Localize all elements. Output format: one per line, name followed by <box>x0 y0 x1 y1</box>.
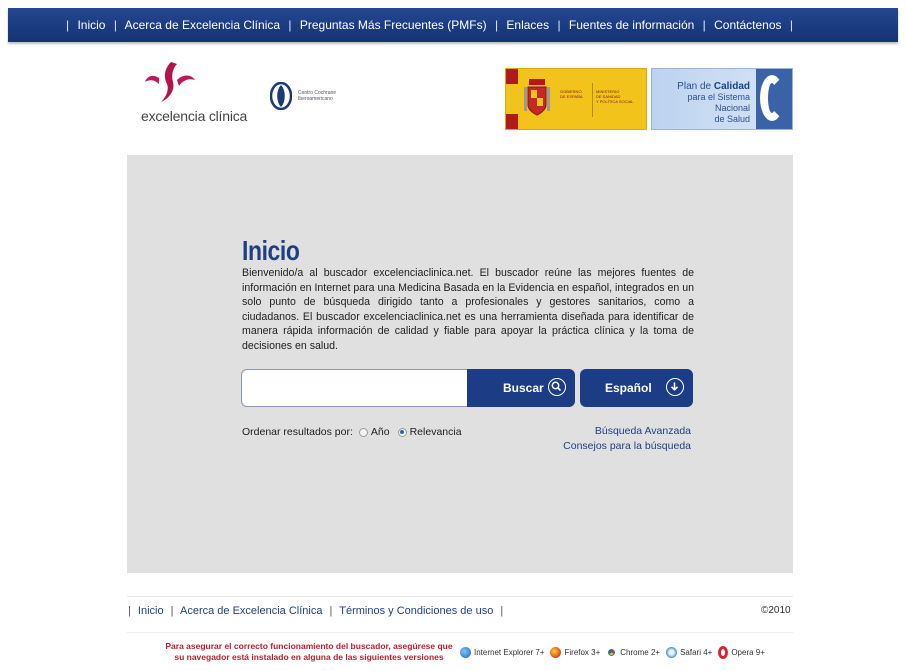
search-input-container <box>241 369 467 407</box>
search-icon <box>548 378 566 396</box>
plan-calidad-c-icon <box>756 69 792 129</box>
intro-paragraph: Bienvenido/a al buscador excelenciaclini… <box>242 267 694 352</box>
footer-separator: | <box>329 605 333 617</box>
plan-calidad-text-a: Plan de <box>677 81 712 92</box>
nav-link-enlaces[interactable]: Enlaces <box>506 18 549 32</box>
footer-link-inicio[interactable]: Inicio <box>138 605 164 617</box>
top-nav-links: | Inicio | Acerca de Excelencia Clínica … <box>61 18 798 32</box>
plan-calidad-logo[interactable]: Plan de Calidad para el Sistema Nacional… <box>651 68 793 130</box>
search-tips-link[interactable]: Consejos para la búsqueda <box>563 439 691 454</box>
excelencia-clinica-wordmark: excelencia clínica <box>141 108 248 124</box>
firefox-icon <box>550 647 562 658</box>
search-button[interactable]: Buscar <box>467 369 575 407</box>
nav-separator: | <box>702 18 706 32</box>
logo-divider <box>592 83 593 117</box>
browser-firefox-label: Firefox 3+ <box>564 648 601 657</box>
footer-separator: | <box>500 605 504 617</box>
browser-warning: Para asegurar el correcto funcionamiento… <box>165 641 453 662</box>
arrow-down-icon <box>666 378 684 396</box>
footer-separator: | <box>128 605 131 617</box>
language-select-label: Español <box>605 381 652 395</box>
plan-calidad-text-line3: de Salud <box>714 114 750 124</box>
sort-radio-ano[interactable] <box>358 427 368 437</box>
top-navigation-bar: | Inicio | Acerca de Excelencia Clínica … <box>8 8 898 42</box>
nav-link-inicio[interactable]: Inicio <box>77 18 105 32</box>
nav-link-contactenos[interactable]: Contáctenos <box>714 18 781 32</box>
safari-icon <box>666 647 678 658</box>
nav-separator: | <box>557 18 561 32</box>
main-content-panel <box>127 155 793 573</box>
page-title: Inicio <box>242 235 300 266</box>
browser-ie-label: Internet Explorer 7+ <box>474 648 545 657</box>
cochrane-text: Centro Cochrane Iberoamericano <box>298 90 337 102</box>
footer-divider-2 <box>127 632 793 633</box>
chrome-icon <box>606 647 618 658</box>
browser-opera: Opera 9+ <box>718 646 765 659</box>
browser-chrome: Chrome 2+ <box>606 647 660 658</box>
search-help-links: Búsqueda Avanzada Consejos para la búsqu… <box>563 424 691 454</box>
ministerio-text: MINISTERIO DE SANIDAD Y POLÍTICA SOCIAL <box>596 89 634 104</box>
search-input[interactable] <box>242 370 467 406</box>
spain-flag-stripe <box>506 69 518 129</box>
cochrane-logo[interactable]: Centro Cochrane Iberoamericano <box>270 82 358 110</box>
sort-options: Ordenar resultados por: Año Relevancia <box>242 426 464 438</box>
gobierno-text: GOBIERNO DE ESPAÑA <box>560 89 583 99</box>
copyright: ©2010 <box>761 605 791 616</box>
footer-divider <box>127 596 793 597</box>
sort-option-ano-label[interactable]: Año <box>371 426 390 438</box>
sort-radio-relevancia[interactable] <box>397 427 407 437</box>
nav-link-acerca[interactable]: Acerca de Excelencia Clínica <box>125 18 280 32</box>
plan-calidad-text-line2: para el Sistema Nacional <box>687 92 750 113</box>
browser-safari: Safari 4+ <box>666 647 712 658</box>
internet-explorer-icon <box>460 647 471 658</box>
browser-safari-label: Safari 4+ <box>680 648 713 657</box>
nav-separator: | <box>494 18 499 32</box>
opera-icon <box>718 646 729 659</box>
browser-opera-label: Opera 9+ <box>731 648 765 657</box>
supported-browsers: Internet Explorer 7+ Firefox 3+ Chrome 2… <box>460 646 771 659</box>
nav-separator: | <box>789 18 793 32</box>
language-select[interactable]: Español <box>580 369 693 407</box>
footer-separator: | <box>170 605 174 617</box>
advanced-search-link[interactable]: Búsqueda Avanzada <box>563 424 691 439</box>
gobierno-espana-logo[interactable]: GOBIERNO DE ESPAÑA MINISTERIO DE SANIDAD… <box>505 68 647 130</box>
nav-link-pmfs[interactable]: Preguntas Más Frecuentes (PMFs) <box>300 18 487 32</box>
nav-separator: | <box>66 18 70 32</box>
cochrane-symbol-icon <box>270 82 292 110</box>
browser-ie: Internet Explorer 7+ <box>460 647 544 658</box>
footer-link-terminos[interactable]: Términos y Condiciones de uso <box>339 605 493 617</box>
browser-firefox: Firefox 3+ <box>550 647 600 658</box>
footer-link-acerca[interactable]: Acerca de Excelencia Clínica <box>180 605 322 617</box>
excelencia-clinica-logo[interactable]: excelencia clínica <box>137 58 247 128</box>
sort-option-relevancia-label[interactable]: Relevancia <box>410 426 462 438</box>
plan-calidad-text-b: Calidad <box>713 81 750 92</box>
coat-of-arms-icon <box>524 79 550 116</box>
nav-separator: | <box>288 18 292 32</box>
nav-link-fuentes[interactable]: Fuentes de información <box>569 18 694 32</box>
sort-label: Ordenar resultados por: <box>242 426 353 438</box>
excelencia-clinica-symbol-icon <box>145 62 195 102</box>
plan-calidad-text: Plan de Calidad para el Sistema Nacional… <box>652 81 750 125</box>
nav-separator: | <box>113 18 117 32</box>
footer-navigation: | Inicio | Acerca de Excelencia Clínica … <box>124 605 507 617</box>
browser-chrome-label: Chrome 2+ <box>620 648 661 657</box>
search-button-label: Buscar <box>503 381 544 395</box>
